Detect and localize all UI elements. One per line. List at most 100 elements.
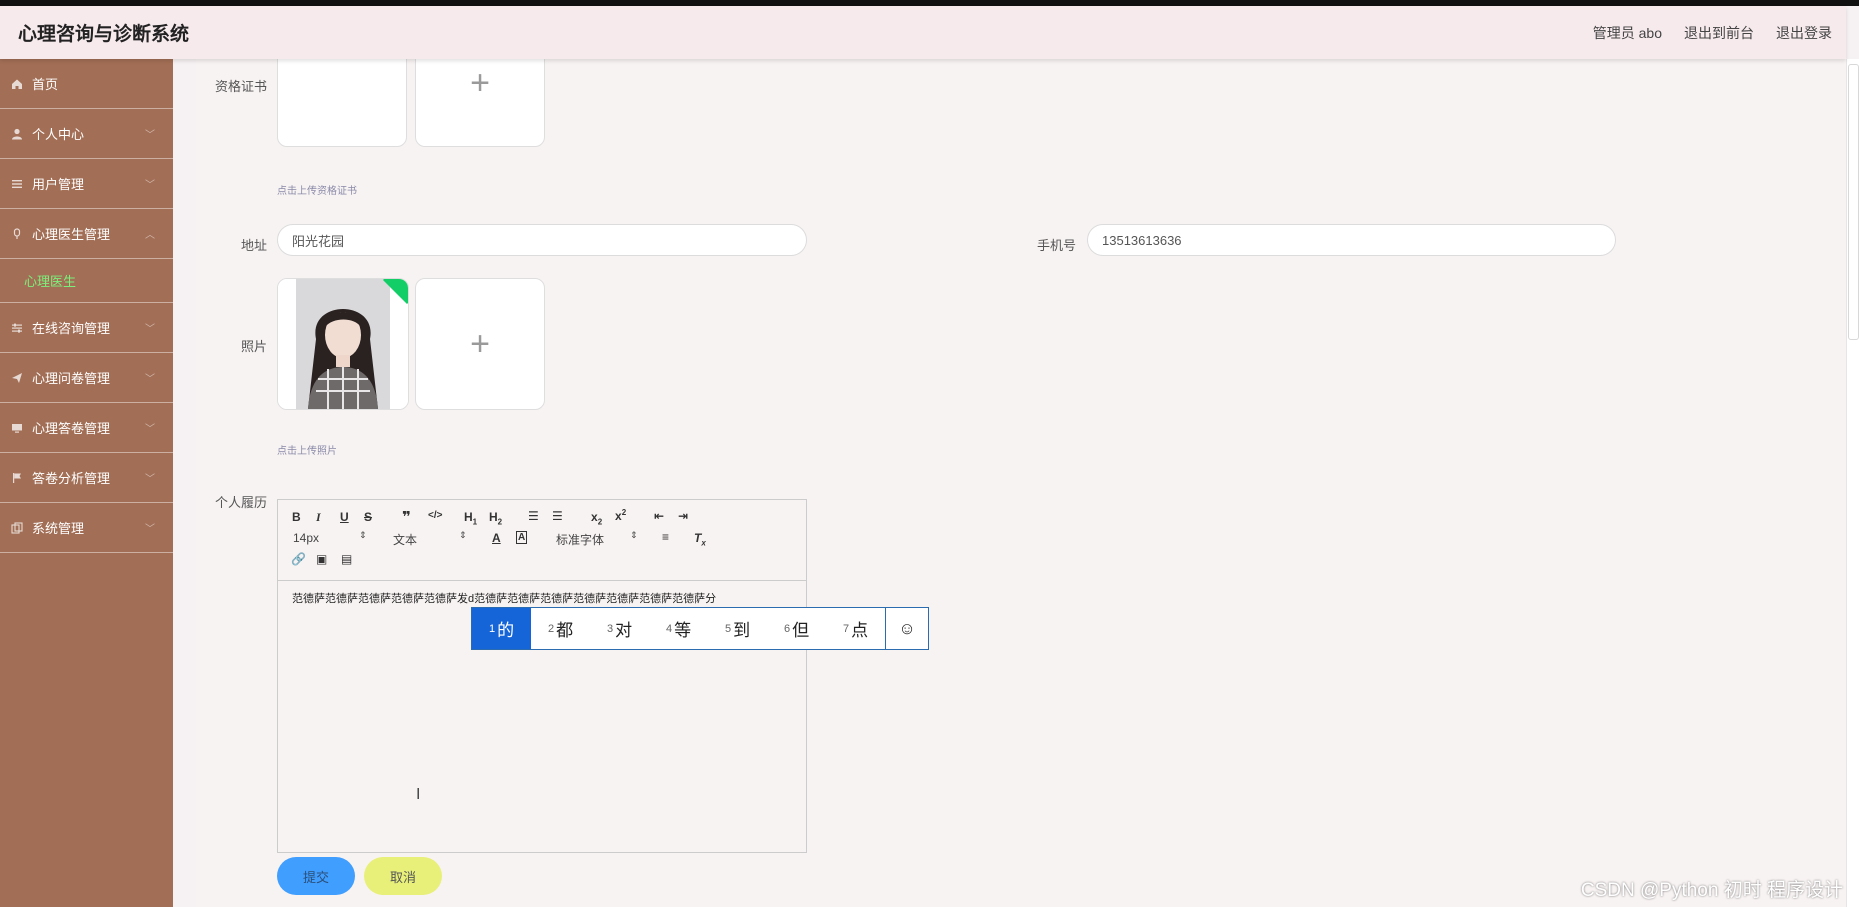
rich-text-editor[interactable]: B I U S ❞ </> H1 H2 ☰ ☰ x2 x2 ⇤ ⇥ 14px ⇕… <box>277 499 807 853</box>
plus-icon: + <box>470 324 490 363</box>
sidebar-item-label: 心理答卷管理 <box>32 421 111 436</box>
user-icon <box>10 127 24 141</box>
sidebar-item-user-management[interactable]: 用户管理 ﹀ <box>0 159 173 209</box>
plus-icon: + <box>470 63 490 102</box>
copy-icon <box>10 521 24 535</box>
chevron-down-icon: ﹀ <box>145 180 155 191</box>
chevron-down-icon: ﹀ <box>145 324 155 335</box>
home-icon <box>10 77 24 91</box>
sidebar-item-label: 在线咨询管理 <box>32 321 111 336</box>
chevron-down-icon: ﹀ <box>145 130 155 141</box>
watermark: CSDN @Python 初时 程序设计 <box>1580 880 1843 901</box>
sidebar-item-label: 答卷分析管理 <box>32 471 111 486</box>
chevron-updown-icon: ⇕ <box>630 530 638 540</box>
image-icon[interactable]: ▣ <box>316 552 327 566</box>
sidebar-item-label: 心理医生管理 <box>32 227 111 242</box>
photo-label: 照片 <box>240 339 267 354</box>
editor-content[interactable]: 范德萨范德萨范德萨范德萨范德萨发d范德萨范德萨范德萨范德萨范德萨范德萨范德萨分 <box>292 590 716 606</box>
top-header: 心理咨询与诊断系统 管理员 abo 退出到前台 退出登录 <box>0 6 1846 59</box>
text-cursor-icon: I <box>416 786 421 803</box>
sliders-icon <box>10 321 24 335</box>
ime-candidate[interactable]: 2都 <box>531 608 590 649</box>
logout-link[interactable]: 退出登录 <box>1776 23 1832 43</box>
ime-candidate[interactable]: 1的 <box>472 608 531 649</box>
sidebar-item-label: 系统管理 <box>32 521 85 536</box>
sidebar-item-label: 首页 <box>32 77 59 92</box>
outdent-icon[interactable]: ⇤ <box>654 509 664 523</box>
sidebar-item-system[interactable]: 系统管理 ﹀ <box>0 503 173 553</box>
chevron-down-icon: ﹀ <box>145 374 155 385</box>
admin-user-label: 管理员 abo <box>1592 24 1662 41</box>
flag-icon <box>10 471 24 485</box>
ime-candidate[interactable]: 3对 <box>590 608 649 649</box>
font-family-select[interactable]: 标准字体 <box>556 531 604 548</box>
block-format-select[interactable]: 文本 <box>393 531 417 548</box>
video-icon[interactable]: ▤ <box>341 552 352 566</box>
blockquote-icon[interactable]: ❞ <box>402 508 411 526</box>
sidebar-subitem-doctor[interactable]: 心理医生 <box>0 259 173 303</box>
sidebar-item-answer-analysis[interactable]: 答卷分析管理 ﹀ <box>0 453 173 503</box>
heading1-icon[interactable]: H1 <box>464 510 477 526</box>
certificate-hint: 点击上传资格证书 <box>277 186 357 197</box>
indent-icon[interactable]: ⇥ <box>678 509 688 523</box>
resume-label: 个人履历 <box>214 495 267 510</box>
sidebar-item-label: 个人中心 <box>32 127 85 142</box>
bullet-list-icon[interactable]: ☰ <box>552 509 563 523</box>
code-icon[interactable]: </> <box>428 510 442 521</box>
chevron-down-icon: ﹀ <box>145 524 155 535</box>
emoji-icon[interactable]: ☺ <box>885 608 928 649</box>
list-icon <box>10 177 24 191</box>
ime-candidate[interactable]: 4等 <box>649 608 708 649</box>
address-input[interactable]: 阳光花园 <box>277 224 807 256</box>
ordered-list-icon[interactable]: ☰ <box>528 509 539 523</box>
certificate-label: 资格证书 <box>214 79 267 94</box>
sidebar-item-label: 心理问卷管理 <box>32 371 111 386</box>
sidebar-item-doctor-management[interactable]: 心理医生管理 ︿ <box>0 209 173 259</box>
scrollbar-thumb[interactable] <box>1848 64 1859 340</box>
ime-candidate[interactable]: 7点 <box>826 608 885 649</box>
sidebar-item-questionnaire[interactable]: 心理问卷管理 ﹀ <box>0 353 173 403</box>
font-size-select[interactable]: 14px <box>293 531 319 545</box>
subscript-icon[interactable]: x2 <box>591 510 602 526</box>
send-icon <box>10 371 24 385</box>
chevron-down-icon: ﹀ <box>145 474 155 485</box>
photo-upload-button[interactable]: + <box>415 278 545 410</box>
portrait-photo <box>278 279 408 409</box>
superscript-icon[interactable]: x2 <box>615 508 626 523</box>
chevron-up-icon: ︿ <box>145 230 155 241</box>
ime-candidate[interactable]: 5到 <box>708 608 767 649</box>
strike-icon[interactable]: S <box>364 510 372 524</box>
sidebar-item-home[interactable]: 首页 <box>0 59 173 109</box>
ime-candidate-bar: 1的 2都 3对 4等 5到 6但 7点 ☺ <box>471 607 929 650</box>
sidebar: 首页 个人中心 ﹀ 用户管理 ﹀ 心理医生管理 ︿ 心理医生 在线咨询管理 ﹀ … <box>0 59 173 907</box>
heading2-icon[interactable]: H2 <box>489 510 502 526</box>
submit-button[interactable]: 提交 <box>277 857 355 895</box>
header-actions: 管理员 abo 退出到前台 退出登录 <box>1593 23 1832 43</box>
chevron-updown-icon: ⇕ <box>359 530 367 540</box>
underline-icon[interactable]: U <box>340 510 349 524</box>
phone-label: 手机号 <box>1036 238 1076 253</box>
monitor-icon <box>10 421 24 435</box>
link-icon[interactable]: 🔗 <box>291 552 306 566</box>
background-color-icon[interactable]: A <box>516 531 528 544</box>
sidebar-item-online-consult[interactable]: 在线咨询管理 ﹀ <box>0 303 173 353</box>
align-icon[interactable]: ≡ <box>662 530 669 544</box>
sidebar-item-answer-sheet[interactable]: 心理答卷管理 ﹀ <box>0 403 173 453</box>
photo-preview[interactable] <box>277 278 409 410</box>
chevron-down-icon: ﹀ <box>145 424 155 435</box>
clear-format-icon[interactable]: Tx <box>694 531 706 547</box>
text-color-icon[interactable]: A <box>492 531 501 545</box>
address-label: 地址 <box>240 238 267 253</box>
photo-hint: 点击上传照片 <box>277 446 337 457</box>
sidebar-item-label: 用户管理 <box>32 177 85 192</box>
chevron-updown-icon: ⇕ <box>459 530 467 540</box>
exit-to-front-link[interactable]: 退出到前台 <box>1684 23 1754 43</box>
bold-icon[interactable]: B <box>292 510 301 524</box>
sidebar-item-personal-center[interactable]: 个人中心 ﹀ <box>0 109 173 159</box>
phone-input[interactable]: 13513613636 <box>1087 224 1616 256</box>
doctor-icon <box>10 227 24 241</box>
editor-toolbar: B I U S ❞ </> H1 H2 ☰ ☰ x2 x2 ⇤ ⇥ 14px ⇕… <box>278 500 806 581</box>
cancel-button[interactable]: 取消 <box>364 857 442 895</box>
italic-icon[interactable]: I <box>316 510 321 525</box>
ime-candidate[interactable]: 6但 <box>767 608 826 649</box>
